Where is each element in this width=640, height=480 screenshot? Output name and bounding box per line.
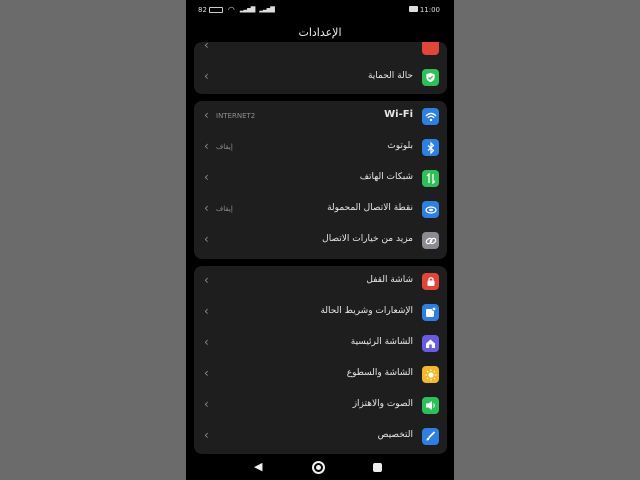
chevron-left-icon: ‹: [204, 69, 209, 83]
settings-row-value: INTERNET2: [216, 112, 256, 120]
hotspot-icon: [422, 201, 439, 218]
chevron-left-icon: ‹: [204, 273, 209, 287]
mobile-data-icon: [422, 170, 439, 187]
settings-row-label: الصوت والاهتزاز: [352, 399, 413, 409]
settings-row-home-screen[interactable]: الشاشة الرئيسية ‹: [194, 328, 447, 359]
battery-level: 82: [198, 5, 207, 14]
chevron-left-icon: ‹: [204, 42, 209, 52]
settings-row-label: الإشعارات وشريط الحالة: [320, 306, 413, 316]
settings-row-label: شبكات الهاتف: [359, 172, 413, 182]
battery-indicator: 82: [198, 6, 223, 14]
settings-row-lock-screen[interactable]: شاشة القفل ‹: [194, 266, 447, 297]
settings-row-wifi[interactable]: Wi-Fi INTERNET2 ‹: [194, 101, 447, 132]
wifi-icon: [422, 108, 439, 125]
recent-apps-icon[interactable]: [373, 463, 382, 472]
settings-row-label: شاشة القفل: [366, 275, 413, 285]
settings-row-protection[interactable]: حالة الحماية ‹: [194, 62, 447, 93]
settings-row-label: الشاشة الرئيسية: [350, 337, 413, 347]
settings-row-label: التخصيص: [377, 430, 413, 440]
settings-row-customization[interactable]: التخصيص ‹: [194, 421, 447, 452]
settings-row-label: مزيد من خيارات الاتصال: [322, 234, 413, 244]
page-title: الإعدادات: [298, 26, 342, 39]
clock: 11:00: [419, 6, 440, 14]
settings-row-sound[interactable]: الصوت والاهتزاز ‹: [194, 390, 447, 421]
home-circle-icon[interactable]: [312, 461, 325, 474]
bluetooth-icon: [422, 139, 439, 156]
settings-row-notifications[interactable]: الإشعارات وشريط الحالة ‹: [194, 297, 447, 328]
settings-row-value: إيقاف: [216, 143, 233, 151]
settings-row-value: إيقاف: [216, 205, 233, 213]
settings-row-label: بلوتوث: [387, 141, 413, 151]
sound-icon: [422, 397, 439, 414]
brightness-icon: [422, 366, 439, 383]
settings-row-display[interactable]: الشاشة والسطوع ‹: [194, 359, 447, 390]
status-left: 82 ◠ ▂▃▅▇ ▂▃▅▇: [198, 5, 275, 14]
connectivity-group: Wi-Fi INTERNET2 ‹ بلوتوث إيقاف ‹ شبكات ا…: [194, 101, 447, 259]
chevron-left-icon: ‹: [204, 201, 209, 215]
chevron-left-icon: ‹: [204, 428, 209, 442]
back-triangle-icon[interactable]: ◀: [254, 460, 262, 473]
chevron-left-icon: ‹: [204, 366, 209, 380]
settings-row-label: حالة الحماية: [367, 71, 413, 81]
shield-check-icon: [422, 69, 439, 86]
settings-row-hotspot[interactable]: نقطة الاتصال المحمولة إيقاف ‹: [194, 194, 447, 225]
device-group: شاشة القفل ‹ الإشعارات وشريط الحالة ‹ ال…: [194, 266, 447, 454]
settings-row-label: الشاشة والسطوع: [346, 368, 413, 378]
settings-row-hidden[interactable]: ‹: [194, 42, 447, 59]
chevron-left-icon: ‹: [204, 397, 209, 411]
signal-2-icon: ▂▃▅▇: [259, 6, 275, 13]
chevron-left-icon: ‹: [204, 335, 209, 349]
phone-screen: 82 ◠ ▂▃▅▇ ▂▃▅▇ 11:00 الإعدادات ‹ حالة ال…: [186, 0, 454, 480]
settings-row-mobile-networks[interactable]: شبكات الهاتف ‹: [194, 163, 447, 194]
top-settings-group: ‹ حالة الحماية ‹: [194, 42, 447, 94]
chevron-left-icon: ‹: [204, 170, 209, 184]
chevron-left-icon: ‹: [204, 304, 209, 318]
wifi-status-icon: ◠: [227, 5, 235, 14]
notification-icon: [422, 304, 439, 321]
chevron-left-icon: ‹: [204, 108, 209, 122]
settings-row-bluetooth[interactable]: بلوتوث إيقاف ‹: [194, 132, 447, 163]
navigation-bar: ◀: [186, 456, 454, 480]
camera-status-icon: [409, 6, 418, 12]
settings-row-more-connectivity[interactable]: مزيد من خيارات الاتصال ‹: [194, 225, 447, 256]
chevron-left-icon: ‹: [204, 139, 209, 153]
settings-row-label: نقطة الاتصال المحمولة: [327, 203, 413, 213]
chevron-left-icon: ‹: [204, 232, 209, 246]
link-icon: [422, 232, 439, 249]
settings-row-label: Wi-Fi: [384, 109, 413, 120]
signal-icon: ▂▃▅▇: [239, 6, 256, 13]
home-icon: [422, 335, 439, 352]
battery-icon: [208, 6, 223, 13]
lock-icon: [422, 273, 439, 290]
status-bar: 82 ◠ ▂▃▅▇ ▂▃▅▇ 11:00: [186, 0, 454, 20]
brush-icon: [422, 428, 439, 445]
partial-icon: [422, 42, 439, 55]
